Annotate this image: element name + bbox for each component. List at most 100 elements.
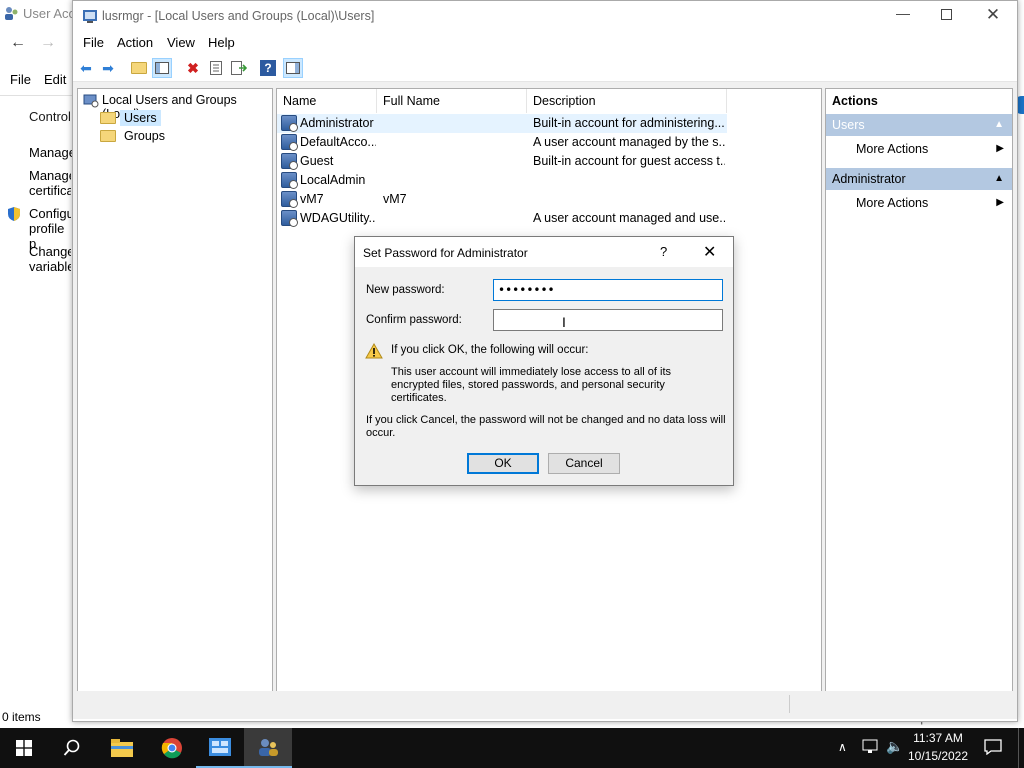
show-desktop-button[interactable] — [1018, 728, 1019, 768]
volume-icon[interactable]: 🔈 — [886, 738, 903, 755]
row-name: vM7 — [300, 192, 324, 206]
taskbar: ∧ 🔈 11:37 AM 10/15/2022 — [0, 728, 1024, 768]
help-icon[interactable]: ? — [260, 60, 276, 76]
bg-link-control[interactable]: Control — [29, 109, 71, 124]
back-icon[interactable]: ⬅ — [76, 58, 96, 78]
menu-view[interactable]: View — [167, 35, 195, 50]
action-label: More Actions — [856, 142, 929, 156]
column-header-description[interactable]: Description — [527, 89, 727, 113]
up-folder-icon[interactable] — [129, 58, 149, 78]
warning-body: This user account will immediately lose … — [391, 366, 671, 404]
row-name: LocalAdmin — [300, 173, 366, 187]
forward-arrow-icon[interactable]: → — [40, 34, 56, 52]
user-accounts-icon — [3, 5, 19, 21]
network-icon[interactable] — [862, 739, 880, 755]
export-list-icon[interactable] — [229, 58, 249, 78]
maximize-button[interactable] — [941, 9, 952, 20]
table-row[interactable]: vM7 vM7 — [277, 190, 727, 209]
properties-icon[interactable] — [206, 58, 226, 78]
action-label: More Actions — [856, 196, 929, 210]
dialog-help-button[interactable]: ? — [660, 244, 667, 259]
bg-link-manage[interactable]: Manage — [29, 145, 76, 160]
text-cursor-icon: I — [562, 314, 566, 330]
confirm-password-label: Confirm password: — [366, 314, 462, 326]
table-row[interactable]: Guest Built-in account for guest access … — [277, 152, 727, 171]
new-password-input[interactable]: •••••••• — [493, 279, 723, 301]
status-bar — [73, 691, 1017, 719]
table-row[interactable]: WDAGUtility... A user account managed an… — [277, 209, 727, 228]
bg-link-change[interactable]: Change variables — [29, 244, 71, 274]
column-header-name[interactable]: Name — [277, 89, 377, 113]
forward-icon[interactable]: ➡ — [98, 58, 118, 78]
notifications-icon[interactable] — [984, 739, 1002, 756]
row-name: Guest — [300, 154, 334, 168]
set-password-dialog: Set Password for Administrator ? ✕ New p… — [354, 236, 734, 486]
table-row[interactable]: Administrator Built-in account for admin… — [277, 114, 727, 133]
users-mmc-icon — [259, 739, 278, 756]
window-title: lusrmgr - [Local Users and Groups (Local… — [102, 9, 375, 23]
delete-icon[interactable]: ✖ — [183, 58, 203, 78]
user-icon — [281, 172, 298, 189]
tree-item-users[interactable]: Users — [100, 109, 161, 127]
row-name: WDAGUtility... — [300, 211, 376, 225]
back-arrow-icon[interactable]: ← — [10, 34, 26, 52]
row-description: A user account managed by the s... — [533, 135, 725, 149]
show-hide-tree-icon[interactable] — [152, 58, 172, 78]
warning-icon — [365, 342, 383, 359]
section-header-label: Users — [832, 118, 865, 132]
divider — [0, 95, 72, 96]
confirm-password-input[interactable] — [493, 309, 723, 331]
tree-item-groups[interactable]: Groups — [100, 127, 170, 145]
dialog-title: Set Password for Administrator — [363, 246, 528, 260]
control-panel-button[interactable] — [196, 728, 244, 768]
table-row[interactable]: DefaultAcco... A user account managed by… — [277, 133, 727, 152]
bg-link-manage-cert[interactable]: Manage certificat — [29, 168, 71, 198]
bg-menu-edit[interactable]: Edit — [44, 72, 66, 87]
ok-button[interactable]: OK — [467, 453, 539, 474]
menu-help[interactable]: Help — [208, 35, 235, 50]
table-row[interactable]: LocalAdmin — [277, 171, 727, 190]
action-more-actions-administrator[interactable]: More Actions ▶ — [856, 192, 1006, 214]
tree-pane: Local Users and Groups (Local) Users Gro… — [77, 88, 273, 694]
minimize-button[interactable]: — — [895, 5, 911, 21]
start-button[interactable] — [0, 728, 48, 768]
user-icon — [281, 191, 298, 208]
collapse-arrow-icon[interactable]: ▲ — [994, 114, 1004, 136]
dialog-close-button[interactable]: ✕ — [703, 242, 716, 262]
row-description: A user account managed and use... — [533, 211, 725, 225]
actions-section-users[interactable]: Users ▲ — [826, 114, 1012, 136]
mmc-app-icon — [82, 8, 98, 24]
actions-title: Actions — [832, 94, 878, 108]
clock-time[interactable]: 11:37 AM — [906, 731, 970, 745]
show-hide-action-pane-icon[interactable] — [283, 58, 303, 78]
actions-section-administrator[interactable]: Administrator ▲ — [826, 168, 1012, 190]
show-hidden-icons-icon[interactable]: ∧ — [838, 740, 847, 754]
close-button[interactable]: ✕ — [985, 5, 1001, 25]
file-explorer-button[interactable] — [98, 728, 146, 768]
action-more-actions-users[interactable]: More Actions ▶ — [856, 138, 1006, 160]
chrome-button[interactable] — [148, 728, 196, 768]
column-header-full-name[interactable]: Full Name — [377, 89, 527, 113]
menu-file[interactable]: File — [83, 35, 104, 50]
collapse-arrow-icon[interactable]: ▲ — [994, 168, 1004, 190]
folder-icon — [100, 112, 116, 124]
cancel-button[interactable]: Cancel — [548, 453, 620, 474]
cancel-note: If you click Cancel, the password will n… — [366, 414, 726, 439]
lusrmgr-taskbar-button[interactable] — [244, 728, 292, 768]
clock-date[interactable]: 10/15/2022 — [906, 749, 970, 763]
chrome-icon — [161, 738, 182, 759]
tree-item-label: Users — [120, 110, 161, 126]
shield-icon — [6, 206, 22, 222]
title-bar: lusrmgr - [Local Users and Groups (Local… — [73, 1, 1017, 31]
bg-menu-file[interactable]: File — [10, 72, 31, 87]
menu-action[interactable]: Action — [117, 35, 153, 50]
row-name: Administrator — [300, 116, 374, 130]
warning-heading: If you click OK, the following will occu… — [391, 344, 589, 356]
section-header-label: Administrator — [832, 172, 906, 186]
menu-bar: File Action View Help — [73, 32, 1017, 54]
bg-status-text: 0 items — [2, 710, 41, 724]
user-icon — [281, 134, 298, 151]
row-description: Built-in account for guest access t... — [533, 154, 725, 168]
search-button[interactable] — [48, 728, 96, 768]
file-explorer-icon — [111, 739, 133, 757]
